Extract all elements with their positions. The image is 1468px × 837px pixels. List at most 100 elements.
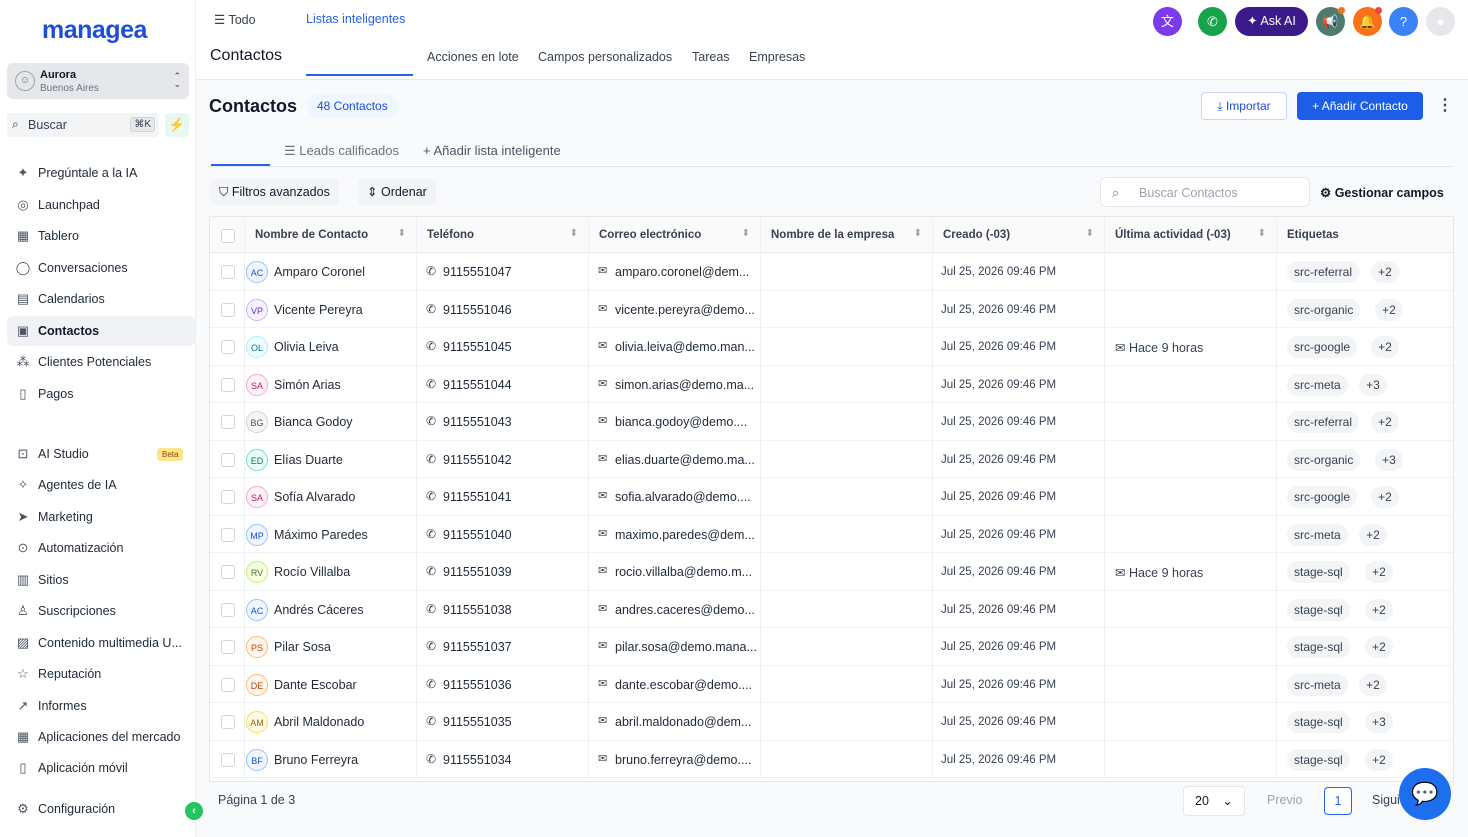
sidebar-item-informes[interactable]: ↗ Informes [7, 691, 195, 721]
phone-icon[interactable]: ✆ [426, 639, 436, 653]
contact-phone[interactable]: 9115551041 [443, 490, 512, 504]
row-checkbox[interactable] [221, 527, 235, 542]
row-checkbox[interactable] [221, 265, 235, 279]
contact-email[interactable]: simon.arias@demo.ma... [615, 378, 762, 392]
table-row[interactable]: AC Andrés Cáceres ✆ 9115551038 ✉ andres.cacer… [210, 590, 1453, 628]
contact-name[interactable]: Abril Maldonado [274, 715, 364, 729]
sidebar-item-sitios[interactable]: ▥ Sitios [7, 565, 195, 595]
more-tags-chip[interactable]: +2 [1359, 523, 1387, 546]
contact-email[interactable]: sofia.alvarado@demo.... [615, 490, 762, 504]
phone-icon[interactable]: ✆ [426, 714, 436, 728]
more-tags-chip[interactable]: +3 [1375, 448, 1403, 471]
sidebar-item-agentes-de-ia[interactable]: ✧ Agentes de IA [7, 470, 195, 500]
more-tags-chip[interactable]: +3 [1359, 373, 1387, 396]
column-header-ultima-actividad-03[interactable]: Última actividad (-03) ⬍ [1105, 217, 1277, 253]
contact-name[interactable]: Elías Duarte [274, 453, 343, 467]
table-row[interactable]: PS Pilar Sosa ✆ 9115551037 ✉ pilar.sosa@demo.… [210, 628, 1453, 666]
contact-phone[interactable]: 9115551043 [443, 415, 512, 429]
search-contacts-input[interactable]: ⌕ Buscar Contactos [1100, 177, 1310, 207]
sidebar-item-aplicaciones-del-mercado[interactable]: ▦ Aplicaciones del mercado [7, 722, 195, 752]
contact-name[interactable]: Simón Arias [274, 378, 341, 392]
phone-icon[interactable]: ✆ [426, 752, 436, 766]
mail-icon[interactable]: ✉ [598, 377, 607, 390]
sidebar-search[interactable]: ⌕ Buscar ⌘K [7, 113, 159, 137]
mail-icon[interactable]: ✉ [598, 714, 607, 727]
phone-icon[interactable]: ✆ [426, 264, 436, 278]
previous-page-button[interactable]: Previo [1267, 793, 1302, 807]
row-checkbox[interactable] [221, 752, 235, 767]
row-checkbox[interactable] [221, 452, 235, 467]
column-header-nombre-de-contacto[interactable]: Nombre de Contacto ⬍ [245, 217, 417, 253]
tab-empresas[interactable]: Empresas [749, 50, 805, 64]
sort-icon[interactable]: ⬍ [914, 228, 922, 239]
tab-acciones-en-lote[interactable]: Acciones en lote [427, 50, 519, 64]
mail-icon[interactable]: ✉ [598, 339, 607, 352]
row-checkbox[interactable] [221, 415, 235, 429]
contact-name[interactable]: Dante Escobar [274, 678, 357, 692]
more-tags-chip[interactable]: +2 [1365, 748, 1393, 771]
sidebar-item-automatizacion[interactable]: ⊙ Automatización [7, 533, 195, 563]
table-row[interactable]: SA Simón Arias ✆ 9115551044 ✉ simon.arias@dem… [210, 365, 1453, 403]
sidebar-item-conversaciones[interactable]: ◯ Conversaciones [7, 253, 195, 283]
contact-email[interactable]: pilar.sosa@demo.mana... [615, 640, 762, 654]
mail-icon[interactable]: ✉ [598, 264, 607, 277]
phone-icon[interactable]: ✆ [426, 452, 436, 466]
mail-icon[interactable]: ✉ [598, 414, 607, 427]
table-row[interactable]: VP Vicente Pereyra ✆ 9115551046 ✉ vicente.per… [210, 290, 1453, 328]
more-tags-chip[interactable]: +2 [1371, 261, 1399, 283]
contact-email[interactable]: rocio.villalba@demo.m... [615, 565, 762, 579]
mail-icon[interactable]: ✉ [598, 639, 607, 652]
tab-campos-personalizados[interactable]: Campos personalizados [538, 50, 672, 64]
advanced-filters-button[interactable]: ⛉ Filtros avanzados [210, 179, 339, 205]
phone-icon[interactable]: ✆ [426, 602, 436, 616]
contact-phone[interactable]: 9115551044 [443, 378, 512, 392]
column-header-etiquetas[interactable]: Etiquetas [1277, 217, 1453, 253]
row-checkbox[interactable] [221, 565, 235, 579]
contact-name[interactable]: Olivia Leiva [274, 340, 339, 354]
phone-icon[interactable]: ✆ [426, 564, 436, 578]
sidebar-item-preguntale-a-la-ia[interactable]: ✦ Pregúntale a la IA [7, 158, 195, 188]
sort-button[interactable]: ⇕ Ordenar [358, 179, 436, 205]
mail-icon[interactable]: ✉ [598, 452, 607, 465]
contact-name[interactable]: Rocío Villalba [274, 565, 350, 579]
contact-phone[interactable]: 9115551045 [443, 340, 512, 354]
sidebar-item-contactos[interactable]: ▣ Contactos [7, 316, 195, 346]
contact-email[interactable]: elias.duarte@demo.ma... [615, 453, 762, 467]
phone-icon[interactable]: ✆ [426, 677, 436, 691]
contact-phone[interactable]: 9115551036 [443, 678, 512, 692]
sidebar-item-pagos[interactable]: ▯ Pagos [7, 379, 195, 409]
sidebar-item-ai-studio[interactable]: ⊡ AI Studio Beta [7, 439, 195, 469]
sidebar-item-configuracion[interactable]: ⚙ Configuración [7, 794, 195, 824]
column-header-creado-03[interactable]: Creado (-03) ⬍ [933, 217, 1105, 253]
sidebar-item-calendarios[interactable]: ▤ Calendarios [7, 284, 195, 314]
contact-phone[interactable]: 9115551037 [443, 640, 512, 654]
column-header-telefono[interactable]: Teléfono ⬍ [417, 217, 589, 253]
mail-icon[interactable]: ✉ [598, 752, 607, 765]
more-tags-chip[interactable]: +2 [1365, 561, 1393, 583]
sidebar-item-clientes-potenciales[interactable]: ⁂ Clientes Potenciales [7, 347, 195, 377]
sidebar-item-tablero[interactable]: ▦ Tablero [7, 221, 195, 251]
sort-icon[interactable]: ⬍ [570, 228, 578, 239]
help-icon[interactable]: ? [1389, 7, 1418, 36]
contact-phone[interactable]: 9115551038 [443, 603, 512, 617]
table-row[interactable]: BG Bianca Godoy ✆ 9115551043 ✉ bianca.godoy@d… [210, 403, 1453, 441]
contact-name[interactable]: Bruno Ferreyra [274, 753, 358, 767]
table-row[interactable]: SA Sofía Alvarado ✆ 9115551041 ✉ sofia.alvara… [210, 478, 1453, 516]
list-tab-todo[interactable]: ☰ Todo [214, 12, 256, 27]
phone-icon[interactable]: ✆ [426, 339, 436, 353]
sidebar-item-marketing[interactable]: ➤ Marketing [7, 502, 195, 532]
more-tags-chip[interactable]: +2 [1371, 411, 1399, 433]
sort-icon[interactable]: ⬍ [1086, 228, 1094, 239]
contact-name[interactable]: Andrés Cáceres [274, 603, 364, 617]
page-number-button[interactable]: 1 [1324, 787, 1352, 815]
more-tags-chip[interactable]: +2 [1375, 298, 1403, 321]
more-tags-chip[interactable]: +2 [1365, 636, 1393, 658]
contact-name[interactable]: Sofía Alvarado [274, 490, 355, 504]
tab-listas-inteligentes[interactable]: Listas inteligentes [306, 12, 405, 26]
table-row[interactable]: AM Abril Maldonado ✆ 9115551035 ✉ abril.maldo… [210, 703, 1453, 741]
contact-name[interactable]: Amparo Coronel [274, 265, 365, 279]
contact-email[interactable]: bianca.godoy@demo.... [615, 415, 762, 429]
column-header-nombre-de-la-empresa[interactable]: Nombre de la empresa ⬍ [761, 217, 933, 253]
row-checkbox[interactable] [221, 677, 235, 692]
table-row[interactable]: DE Dante Escobar ✆ 9115551036 ✉ dante.escobar… [210, 665, 1453, 703]
